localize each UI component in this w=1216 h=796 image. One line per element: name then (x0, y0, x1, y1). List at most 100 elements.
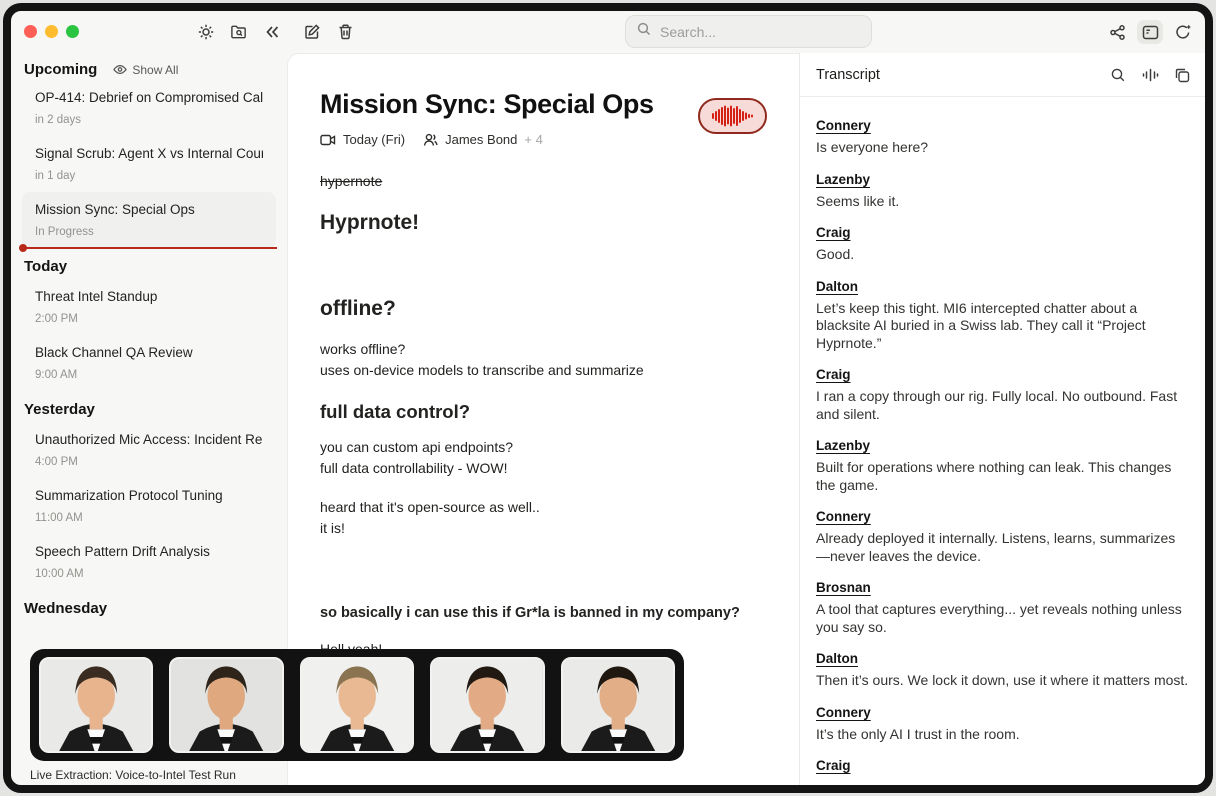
transcript-speaker[interactable]: Lazenby (816, 172, 1189, 187)
transcript-header: Transcript (800, 53, 1205, 97)
actor-photo[interactable] (430, 657, 544, 753)
actor-portrait-illustration (41, 659, 151, 751)
today-list: Threat Intel Standup 2:00 PM Black Chann… (11, 279, 287, 391)
transcript-text: Let’s keep this tight. MI6 intercepted c… (816, 300, 1189, 353)
transcript-text: Already deployed it internally. Listens,… (816, 530, 1189, 565)
actor-photo[interactable] (300, 657, 414, 753)
transcript-entry: Connery Already deployed it internally. … (816, 509, 1189, 565)
upcoming-list: OP-414: Debrief on Compromised Call in 2… (11, 80, 287, 248)
actor-photo-strip (30, 649, 684, 761)
sidebar-note-item[interactable]: Black Channel QA Review 9:00 AM (22, 335, 276, 391)
sidebar-note-item[interactable]: Unauthorized Mic Access: Incident Re... … (22, 422, 276, 478)
transcript-speaker[interactable]: Craig (816, 225, 1189, 240)
transcript-waveform-icon[interactable] (1141, 66, 1159, 84)
video-camera-icon (320, 134, 336, 146)
show-all-button[interactable]: Show All (113, 63, 178, 77)
transcript-entry: Craig I ran a copy through our rig. Full… (816, 367, 1189, 423)
transcript-entry: Craig (816, 758, 1189, 773)
note-block[interactable]: works offline? uses on-device models to … (320, 339, 759, 381)
transcript-search-icon[interactable] (1109, 66, 1127, 84)
actor-portrait-illustration (302, 659, 412, 751)
transcript-speaker[interactable]: Connery (816, 509, 1189, 524)
sidebar-note-item[interactable]: Speech Pattern Drift Analysis 10:00 AM (22, 534, 276, 590)
transcript-text: I ran a copy through our rig. Fully loca… (816, 388, 1189, 423)
actor-portrait-illustration (171, 659, 281, 751)
transcript-entry: Lazenby Seems like it. (816, 172, 1189, 211)
traffic-lights (24, 25, 79, 38)
transcript-speaker[interactable]: Connery (816, 118, 1189, 133)
transcript-entry: Craig Good. (816, 225, 1189, 264)
show-all-label: Show All (132, 63, 178, 77)
note-body[interactable]: hypernote Hyprnote! offline? works offli… (320, 173, 759, 660)
sidebar-note-item[interactable]: Mission Sync: Special Ops In Progress (22, 192, 276, 248)
transcript-panel: Transcript (799, 53, 1205, 785)
actor-photo[interactable] (169, 657, 283, 753)
transcript-speaker[interactable]: Craig (816, 367, 1189, 382)
note-block[interactable]: Hyprnote! (320, 211, 759, 235)
actor-photo[interactable] (39, 657, 153, 753)
transcript-speaker[interactable]: Connery (816, 705, 1189, 720)
transcript-copy-icon[interactable] (1173, 66, 1191, 84)
sidebar-bottom-note-title[interactable]: Live Extraction: Voice-to-Intel Test Run (30, 768, 236, 782)
actor-photo[interactable] (561, 657, 675, 753)
transcript-body[interactable]: Connery Is everyone here? Lazenby Seems … (800, 98, 1205, 785)
sidebar-note-item[interactable]: Summarization Protocol Tuning 11:00 AM (22, 478, 276, 534)
recording-waveform-icon (712, 105, 754, 127)
panel-icon[interactable] (1137, 20, 1163, 44)
toolbar-note-group (303, 11, 354, 53)
transcript-speaker[interactable]: Dalton (816, 279, 1189, 294)
note-block[interactable]: hypernote (320, 173, 759, 189)
note-block[interactable]: offline? (320, 297, 759, 321)
note-block[interactable]: so basically i can use this if Gr*la is … (320, 605, 759, 621)
trash-icon[interactable] (336, 23, 354, 41)
participants-extra-count: + 4 (524, 132, 542, 147)
sidebar-section-today: Today (24, 258, 274, 275)
sidebar-section-wednesday: Wednesday (24, 600, 274, 617)
sidebar-note-item[interactable]: Signal Scrub: Agent X vs Internal Coun..… (22, 136, 276, 192)
transcript-entry: Connery It’s the only AI I trust in the … (816, 705, 1189, 744)
note-title[interactable]: Mission Sync: Special Ops (320, 89, 759, 120)
search-icon (636, 21, 652, 42)
transcript-speaker[interactable]: Lazenby (816, 438, 1189, 453)
transcript-speaker[interactable]: Brosnan (816, 580, 1189, 595)
transcript-title: Transcript (816, 67, 880, 83)
share-icon[interactable] (1108, 23, 1126, 41)
sidebar-note-item[interactable]: Threat Intel Standup 2:00 PM (22, 279, 276, 335)
recording-indicator-button[interactable] (698, 98, 767, 134)
yesterday-list: Unauthorized Mic Access: Incident Re... … (11, 422, 287, 590)
sidebar-section-yesterday: Yesterday (24, 401, 274, 418)
collapse-sidebar-icon[interactable] (263, 23, 281, 41)
note-block[interactable] (320, 557, 759, 579)
note-date-chip[interactable]: Today (Fri) (320, 132, 405, 147)
transcript-entry: Dalton Let’s keep this tight. MI6 interc… (816, 279, 1189, 353)
actor-portrait-illustration (563, 659, 673, 751)
new-note-icon[interactable] (303, 23, 321, 41)
app-window: Search... (3, 3, 1213, 793)
gear-icon[interactable] (197, 23, 215, 41)
zoom-window-button[interactable] (66, 25, 79, 38)
note-block[interactable]: heard that it's open-source as well.. it… (320, 497, 759, 539)
transcript-entry: Dalton Then it’s ours. We lock it down, … (816, 651, 1189, 690)
refresh-plus-icon[interactable] (1174, 23, 1192, 41)
transcript-text: Good. (816, 246, 1189, 264)
transcript-entry: Lazenby Built for operations where nothi… (816, 438, 1189, 494)
participants-icon (423, 133, 438, 147)
eye-icon (113, 64, 127, 75)
search-input[interactable]: Search... (625, 15, 872, 48)
transcript-speaker[interactable]: Dalton (816, 651, 1189, 666)
transcript-text: Is everyone here? (816, 139, 1189, 157)
transcript-text: It’s the only AI I trust in the room. (816, 726, 1189, 744)
sidebar-note-item[interactable]: OP-414: Debrief on Compromised Call in 2… (22, 80, 276, 136)
search-placeholder: Search... (660, 24, 716, 40)
toolbar-left-group (197, 11, 281, 53)
note-block[interactable]: full data control? (320, 401, 759, 423)
transcript-text: A tool that captures everything... yet r… (816, 601, 1189, 636)
note-participants-chip[interactable]: James Bond + 4 (423, 132, 543, 147)
note-block[interactable] (320, 253, 759, 275)
transcript-speaker[interactable]: Craig (816, 758, 1189, 773)
folder-search-icon[interactable] (230, 23, 248, 41)
close-window-button[interactable] (24, 25, 37, 38)
minimize-window-button[interactable] (45, 25, 58, 38)
note-block[interactable]: you can custom api endpoints? full data … (320, 437, 759, 479)
transcript-text: Built for operations where nothing can l… (816, 459, 1189, 494)
